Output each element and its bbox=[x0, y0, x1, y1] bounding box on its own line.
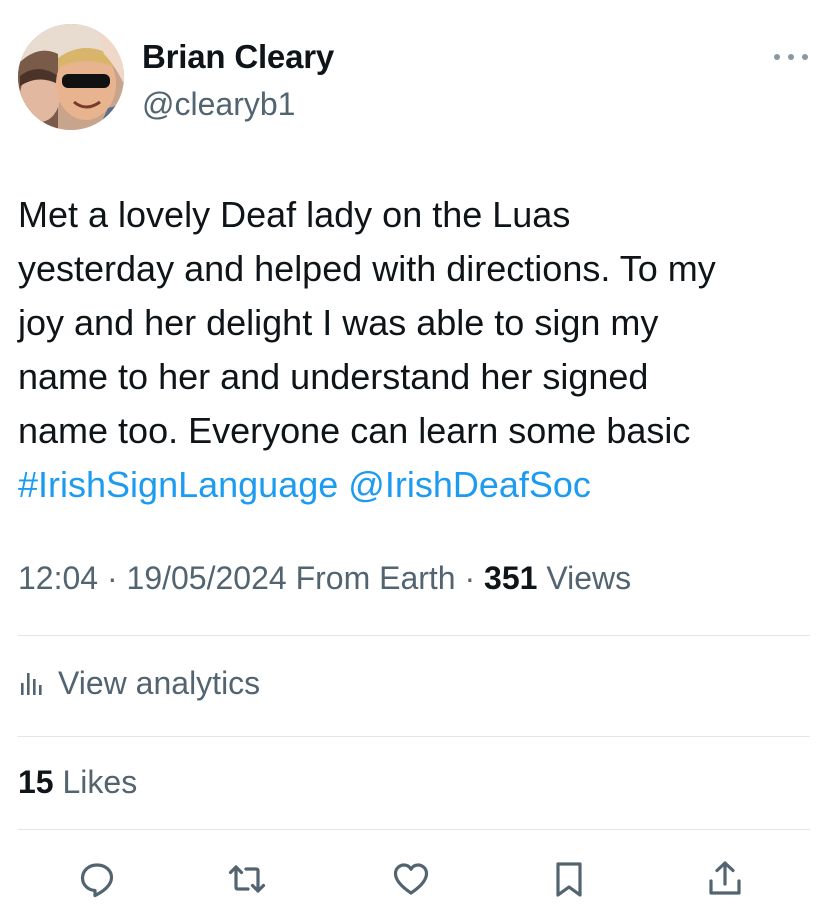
analytics-bar-chart-icon bbox=[21, 673, 42, 695]
views-label: Views bbox=[537, 560, 632, 596]
more-dot-icon bbox=[802, 54, 808, 60]
meta-separator: · bbox=[455, 560, 485, 596]
more-dot-icon bbox=[788, 54, 794, 60]
tweet-text-line: joy and her delight I was able to sign m… bbox=[18, 302, 659, 343]
view-analytics-button[interactable]: View analytics bbox=[18, 660, 260, 706]
author-handle[interactable]: @clearyb1 bbox=[142, 86, 295, 123]
bookmark-button[interactable] bbox=[548, 858, 590, 900]
avatar[interactable] bbox=[18, 24, 124, 130]
view-analytics-label: View analytics bbox=[58, 664, 261, 701]
reply-button[interactable] bbox=[76, 858, 118, 900]
views-count: 351 bbox=[484, 560, 538, 596]
reply-icon bbox=[80, 863, 114, 898]
tweet-text-line: name to her and understand her signed bbox=[18, 356, 649, 397]
retweet-button[interactable] bbox=[226, 858, 268, 900]
hashtag-link[interactable]: #IrishSignLanguage bbox=[18, 464, 338, 505]
tweet-source: From Earth bbox=[286, 560, 456, 596]
retweet-icon bbox=[228, 865, 266, 893]
tweet-header: Brian Cleary @clearyb1 bbox=[18, 24, 810, 134]
like-button[interactable] bbox=[390, 858, 432, 900]
share-icon bbox=[709, 861, 741, 895]
avatar-photo bbox=[18, 24, 124, 130]
likes-count-link[interactable]: 15 Likes bbox=[18, 764, 137, 801]
divider bbox=[18, 736, 810, 737]
tweet-text: Met a lovely Deaf lady on the Luas yeste… bbox=[18, 188, 818, 512]
tweet-meta: 12:04 · 19/05/2024 From Earth · 351 View… bbox=[18, 560, 631, 597]
more-dot-icon bbox=[774, 54, 780, 60]
likes-label: Likes bbox=[53, 764, 138, 800]
meta-separator: · bbox=[98, 560, 127, 596]
divider bbox=[18, 635, 810, 636]
more-options-button[interactable] bbox=[774, 48, 808, 66]
bookmark-icon bbox=[556, 862, 582, 897]
tweet-text-line: yesterday and helped with directions. To… bbox=[18, 248, 716, 289]
heart-icon bbox=[393, 863, 429, 895]
likes-count: 15 bbox=[18, 764, 54, 800]
tweet-time[interactable]: 12:04 bbox=[18, 560, 98, 596]
share-button[interactable] bbox=[704, 858, 746, 900]
tweet-text-line: name too. Everyone can learn some basic bbox=[18, 410, 691, 451]
tweet-text-line: #IrishSignLanguage @IrishDeafSoc bbox=[18, 458, 818, 512]
mention-link[interactable]: @IrishDeafSoc bbox=[348, 464, 591, 505]
tweet-date[interactable]: 19/05/2024 bbox=[127, 560, 287, 596]
tweet-text-line: Met a lovely Deaf lady on the Luas bbox=[18, 194, 571, 235]
author-name[interactable]: Brian Cleary bbox=[142, 38, 334, 76]
divider bbox=[18, 829, 810, 830]
